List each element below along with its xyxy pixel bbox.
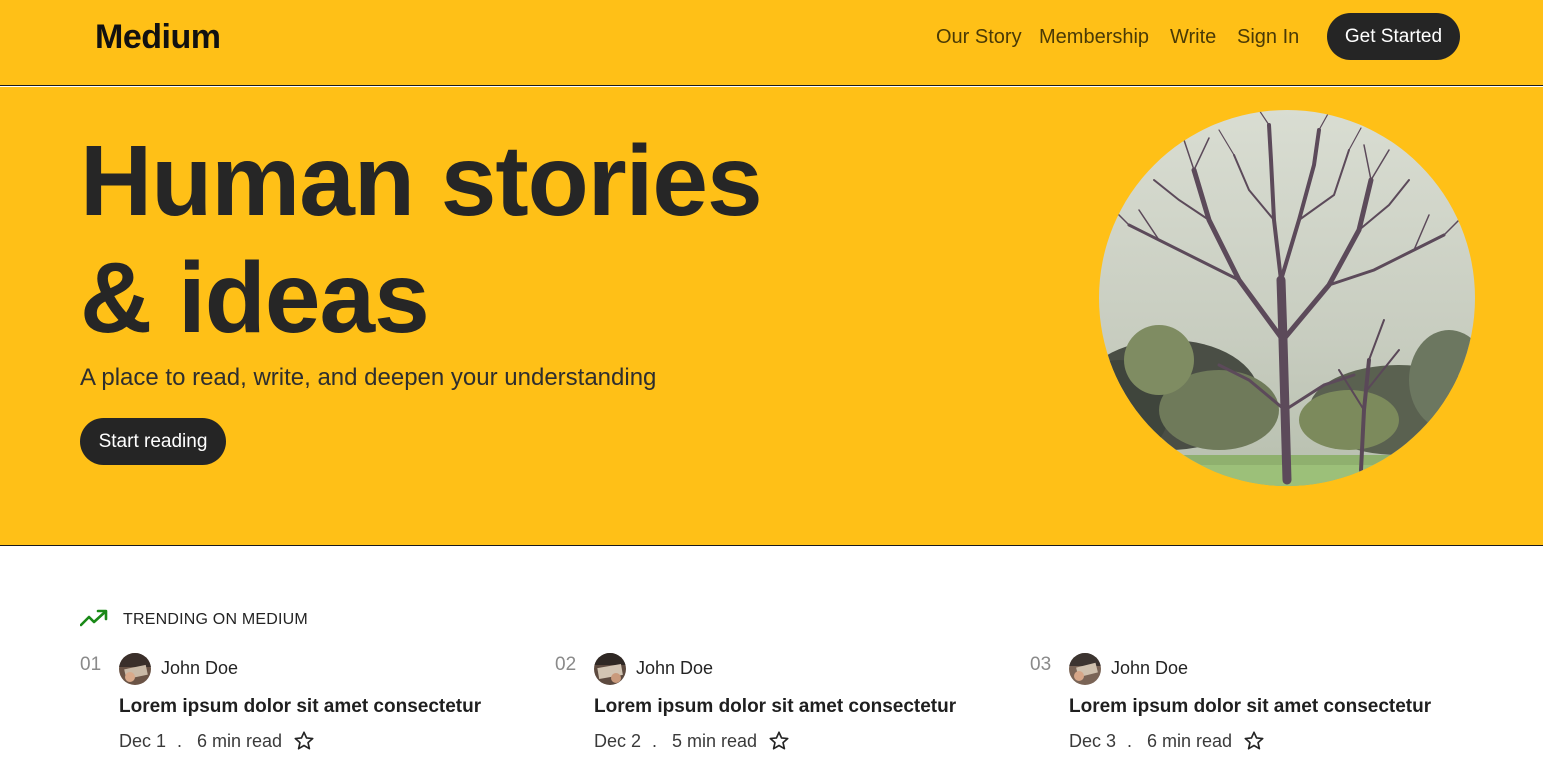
hero-title-line-1: Human stories bbox=[80, 125, 763, 237]
trending-label: TRENDING ON MEDIUM bbox=[123, 611, 308, 628]
article-date: Dec 3 bbox=[1069, 731, 1117, 751]
hero-title: Human stories & ideas bbox=[80, 123, 880, 357]
trending-rank: 03 bbox=[1030, 654, 1052, 675]
star-icon[interactable] bbox=[1243, 730, 1265, 752]
article-date: Dec 1 bbox=[119, 731, 167, 751]
author-avatar[interactable] bbox=[1069, 653, 1101, 685]
trending-card[interactable]: 01 John Doe Lorem ipsum dolor sit amet c… bbox=[80, 652, 520, 762]
hero-section: Human stories & ideas A place to read, w… bbox=[0, 87, 1543, 546]
star-icon[interactable] bbox=[768, 730, 790, 752]
start-reading-button[interactable]: Start reading bbox=[80, 418, 226, 465]
nav-membership-link[interactable]: Membership bbox=[1039, 26, 1149, 49]
meta-separator: . bbox=[177, 731, 183, 751]
read-time: 5 min read bbox=[672, 731, 758, 751]
author-name[interactable]: John Doe bbox=[1111, 658, 1188, 679]
trending-rank: 02 bbox=[555, 654, 577, 675]
article-title[interactable]: Lorem ipsum dolor sit amet consectetur bbox=[119, 696, 481, 718]
article-title[interactable]: Lorem ipsum dolor sit amet consectetur bbox=[1069, 696, 1431, 718]
nav-write-link[interactable]: Write bbox=[1170, 26, 1216, 49]
author-name[interactable]: John Doe bbox=[161, 658, 238, 679]
author-avatar[interactable] bbox=[594, 653, 626, 685]
author-avatar[interactable] bbox=[119, 653, 151, 685]
trending-rank: 01 bbox=[80, 654, 102, 675]
top-navbar: Medium Our Story Membership Write Sign I… bbox=[0, 0, 1543, 86]
nav-sign-in-link[interactable]: Sign In bbox=[1237, 26, 1299, 49]
meta-separator: . bbox=[1127, 731, 1133, 751]
star-icon[interactable] bbox=[293, 730, 315, 752]
trending-card[interactable]: 02 John Doe Lorem ipsum dolor sit amet c… bbox=[555, 652, 995, 762]
read-time: 6 min read bbox=[197, 731, 283, 751]
get-started-button[interactable]: Get Started bbox=[1327, 13, 1460, 60]
meta-separator: . bbox=[652, 731, 658, 751]
tree-photo bbox=[1099, 110, 1475, 486]
read-time: 6 min read bbox=[1147, 731, 1233, 751]
author-name[interactable]: John Doe bbox=[636, 658, 713, 679]
trending-card[interactable]: 03 John Doe Lorem ipsum dolor sit amet c… bbox=[1030, 652, 1470, 762]
nav-our-story-link[interactable]: Our Story bbox=[936, 26, 1022, 49]
main-nav: Our Story Membership Write Sign In bbox=[0, 26, 1543, 56]
article-title[interactable]: Lorem ipsum dolor sit amet consectetur bbox=[594, 696, 956, 718]
hero-title-line-2: & ideas bbox=[80, 242, 430, 354]
hero-subtitle: A place to read, write, and deepen your … bbox=[80, 364, 657, 391]
trending-up-icon bbox=[80, 609, 108, 627]
article-date: Dec 2 bbox=[594, 731, 642, 751]
